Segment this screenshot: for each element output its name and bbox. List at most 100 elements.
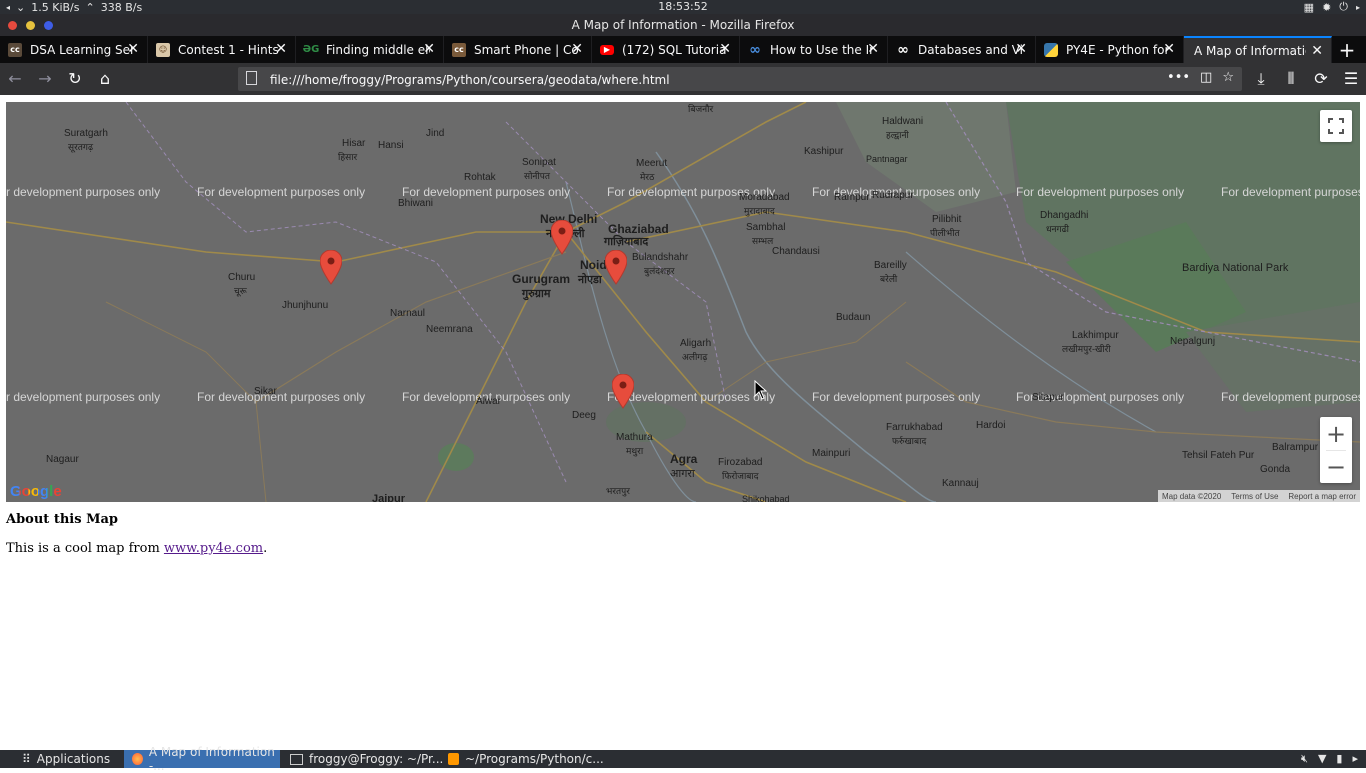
reload-button[interactable]: ↻ bbox=[66, 70, 84, 88]
wifi-icon[interactable]: ▼ bbox=[1318, 752, 1326, 766]
downloads-button[interactable]: ⤓ bbox=[1252, 70, 1270, 88]
py4e-link[interactable]: www.py4e.com bbox=[164, 541, 263, 556]
new-tab-button[interactable]: + bbox=[1332, 36, 1362, 63]
map-marker[interactable] bbox=[320, 250, 342, 286]
bookmark-star-icon[interactable]: ☆ bbox=[1222, 70, 1234, 85]
map-place-label: Balrampur bbox=[1272, 442, 1319, 453]
close-icon[interactable]: ✕ bbox=[127, 41, 139, 57]
url-input[interactable] bbox=[268, 70, 1152, 90]
map-place-label: Meerut bbox=[636, 158, 668, 169]
map-place-label: Gurugram bbox=[512, 272, 571, 286]
page-icon bbox=[246, 71, 257, 85]
map-place-label: मेरठ bbox=[640, 172, 655, 182]
fullscreen-icon bbox=[1328, 118, 1344, 134]
tab-py4e[interactable]: PY4E - Python for ✕ bbox=[1036, 36, 1184, 63]
tab-map-of-information[interactable]: A Map of Information ✕ bbox=[1184, 36, 1332, 63]
map-place-label: Aligarh bbox=[680, 338, 712, 349]
map-place-label: Lakhimpur bbox=[1072, 330, 1119, 341]
tab-dsa-learning[interactable]: cc DSA Learning Serie ✕ bbox=[0, 36, 148, 63]
menu-button[interactable]: ☰ bbox=[1342, 70, 1360, 88]
cc-icon: cc bbox=[452, 42, 466, 57]
map-place-label: Kashipur bbox=[804, 146, 844, 157]
map-watermark: For development purposes only bbox=[402, 185, 571, 199]
home-button[interactable]: ⌂ bbox=[96, 70, 114, 88]
close-icon[interactable]: ✕ bbox=[1015, 41, 1027, 57]
sublime-icon bbox=[448, 753, 459, 765]
workspace-icon[interactable]: ▦ bbox=[1304, 1, 1314, 14]
tab-smart-phone[interactable]: cc Smart Phone | Cod ✕ bbox=[444, 36, 592, 63]
map-place-label: Pilibhit bbox=[932, 214, 962, 225]
system-bar: ◂ ⌄ 1.5 KiB/s ⌃ 338 B/s 18:53:52 ▦ ✹ ⏻ ▸ bbox=[0, 0, 1366, 14]
map-place-label: Hardoi bbox=[976, 420, 1006, 431]
window-titlebar: A Map of Information - Mozilla Firefox bbox=[0, 14, 1366, 36]
volume-muted-icon[interactable]: 🔇︎ bbox=[1301, 752, 1308, 766]
taskbar: ⠿ Applications A Map of Information -...… bbox=[0, 745, 1366, 773]
sync-icon[interactable]: ⟳ bbox=[1312, 70, 1330, 88]
fullscreen-button[interactable] bbox=[1320, 110, 1352, 142]
close-icon[interactable]: ✕ bbox=[1311, 43, 1323, 59]
tray-arrow-icon[interactable]: ▸ bbox=[1352, 752, 1358, 766]
map-place-label: Mathura bbox=[616, 432, 653, 443]
back-button[interactable]: ← bbox=[6, 70, 24, 88]
taskbar-item-terminal[interactable]: froggy@Froggy: ~/Pr... bbox=[290, 750, 443, 768]
map-place-label: धनगढी bbox=[1046, 224, 1069, 234]
tab-contest-hints[interactable]: ☺ Contest 1 - Hints t ✕ bbox=[148, 36, 296, 63]
map-place-label: पीलीभीत bbox=[930, 228, 960, 238]
page-actions-icon[interactable]: ••• bbox=[1167, 70, 1190, 85]
map-place-label: Budaun bbox=[836, 312, 871, 323]
tab-sql-tutorial[interactable]: ▶ (172) SQL Tutorial ✕ bbox=[592, 36, 740, 63]
map-place-label: Firozabad bbox=[718, 457, 763, 468]
map-place-label: Narnaul bbox=[390, 308, 426, 319]
close-icon[interactable]: ✕ bbox=[423, 41, 435, 57]
map-place-label: Churu bbox=[228, 272, 256, 283]
mouse-cursor-icon bbox=[754, 380, 768, 400]
brightness-icon[interactable]: ✹ bbox=[1322, 1, 1331, 14]
map-watermark: For development purposes only bbox=[1016, 185, 1185, 199]
zoom-out-button[interactable]: − bbox=[1320, 450, 1352, 483]
map-place-label: फिरोजाबाद bbox=[722, 471, 759, 481]
map-place-label: Sambhal bbox=[746, 222, 786, 233]
tab-databases[interactable]: ∞ Databases and Vis ✕ bbox=[888, 36, 1036, 63]
map-place-label: Haldwani bbox=[882, 116, 924, 127]
battery-icon[interactable]: ▮ bbox=[1336, 752, 1342, 766]
youtube-icon: ▶ bbox=[600, 44, 614, 55]
pocket-icon[interactable]: ◫ bbox=[1200, 70, 1212, 85]
map-marker[interactable] bbox=[605, 250, 627, 286]
map-place-label: Rampur bbox=[834, 192, 870, 203]
report-map-error-link[interactable]: Report a map error bbox=[1288, 492, 1356, 501]
tab-how-to-use[interactable]: ∞ How to Use the Int ✕ bbox=[740, 36, 888, 63]
google-map[interactable]: For development purposes only For develo… bbox=[6, 102, 1360, 502]
zoom-in-button[interactable]: + bbox=[1320, 417, 1352, 450]
cc-icon: cc bbox=[8, 42, 22, 57]
library-button[interactable]: ⫴ bbox=[1282, 70, 1300, 88]
close-icon[interactable]: ✕ bbox=[1163, 41, 1175, 57]
taskbar-item-sublime[interactable]: ~/Programs/Python/c... bbox=[448, 750, 604, 768]
map-place-label: Agra bbox=[670, 452, 698, 466]
arrow-right-icon: ▸ bbox=[1355, 2, 1360, 12]
map-watermark: For development purposes only bbox=[6, 390, 161, 404]
tab-label: How to Use the Int bbox=[770, 42, 874, 57]
tab-finding-middle[interactable]: ƏG Finding middle ele ✕ bbox=[296, 36, 444, 63]
address-bar[interactable]: ••• ◫ ☆ bbox=[238, 67, 1242, 91]
map-marker[interactable] bbox=[612, 374, 634, 410]
close-icon[interactable]: ✕ bbox=[719, 41, 731, 57]
map-place-label: गुरुग्राम bbox=[522, 288, 551, 300]
applications-menu[interactable]: ⠿ Applications bbox=[22, 750, 110, 768]
close-icon[interactable]: ✕ bbox=[867, 41, 879, 57]
map-watermark: For development purposes only bbox=[197, 185, 366, 199]
tab-label: Contest 1 - Hints t bbox=[178, 42, 282, 57]
map-place-label: लखीमपुर-खीरी bbox=[1062, 344, 1111, 354]
close-icon[interactable]: ✕ bbox=[275, 41, 287, 57]
map-place-label: Kannauj bbox=[942, 478, 979, 489]
terms-of-use-link[interactable]: Terms of Use bbox=[1231, 492, 1278, 501]
map-place-label: Sitapur bbox=[1032, 392, 1064, 403]
map-marker[interactable] bbox=[551, 220, 573, 256]
forward-button[interactable]: → bbox=[36, 70, 54, 88]
terminal-icon bbox=[290, 753, 303, 765]
map-place-label: Moradabad bbox=[739, 192, 790, 203]
close-icon[interactable]: ✕ bbox=[571, 41, 583, 57]
taskbar-item-firefox[interactable]: A Map of Information -... bbox=[124, 745, 280, 773]
map-place-label: Nagaur bbox=[46, 454, 79, 465]
map-place-label: हल्द्वानी bbox=[886, 130, 909, 140]
power-icon[interactable]: ⏻ bbox=[1339, 0, 1348, 14]
